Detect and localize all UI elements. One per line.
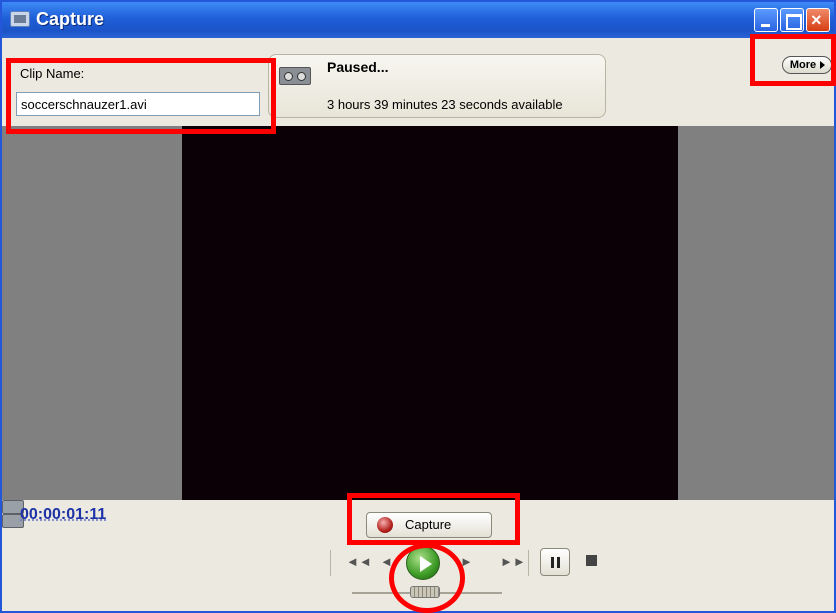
highlight-clip-name — [6, 58, 276, 134]
maximize-button[interactable] — [780, 8, 804, 32]
pause-icon[interactable] — [540, 548, 570, 576]
title-bar[interactable]: Capture × — [2, 2, 834, 38]
highlight-more-button — [750, 34, 836, 86]
capture-app-icon — [10, 11, 30, 27]
status-available-time: 3 hours 39 minutes 23 seconds available — [327, 97, 563, 112]
status-state: Paused... — [327, 59, 389, 75]
capture-window: Capture × Clip Name: Paused... 3 hours 3… — [0, 0, 836, 613]
window-title: Capture — [36, 9, 105, 29]
highlight-play-button — [389, 543, 465, 613]
timecode-display: 00:00:01:11 — [20, 506, 107, 523]
transport-separator — [330, 550, 331, 576]
fast-forward-icon[interactable]: ►► — [500, 552, 526, 572]
transport-separator — [528, 550, 529, 576]
highlight-capture-button — [347, 493, 520, 545]
rewind-icon[interactable]: ◄◄ — [346, 552, 372, 572]
close-icon: × — [811, 10, 822, 30]
video-preview-screen — [182, 126, 678, 500]
stop-icon[interactable] — [586, 555, 597, 566]
capture-status-box: Paused... 3 hours 39 minutes 23 seconds … — [268, 54, 606, 118]
video-preview-area — [2, 126, 834, 500]
tape-icon — [279, 67, 311, 85]
minimize-button[interactable] — [754, 8, 778, 32]
close-button[interactable]: × — [806, 8, 830, 32]
